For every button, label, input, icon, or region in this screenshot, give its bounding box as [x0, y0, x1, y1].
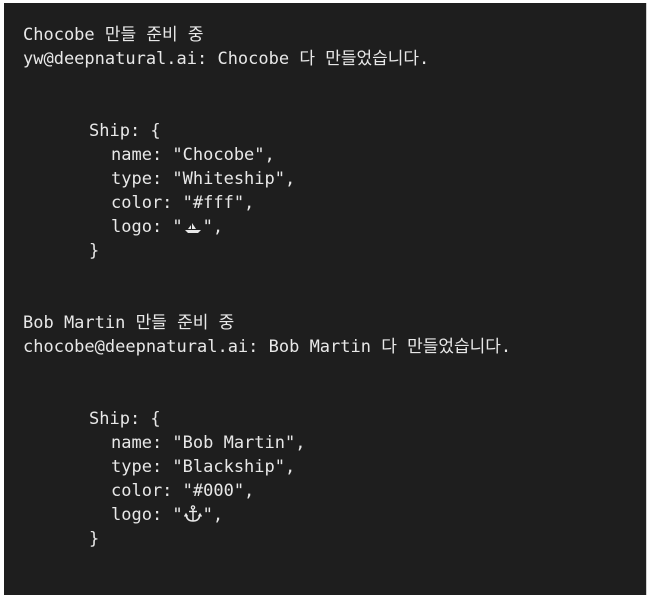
ship-color: color: "#fff", [111, 193, 255, 213]
logo-suffix: ", [202, 217, 224, 237]
ship-logo: logo: " ", [23, 503, 646, 527]
ship-name: name: "Chocobe", [111, 145, 275, 165]
ship-close-brace: } [89, 241, 100, 261]
ship-logo: logo: " ", [23, 215, 646, 239]
ship-name: name: "Bob Martin", [111, 433, 306, 453]
ship-color: color: "#000", [111, 481, 255, 501]
done-message: chocobe@deepnatural.ai: Bob Martin 다 만들었… [23, 337, 512, 357]
ship-type: type: "Blackship", [111, 457, 296, 477]
ship-open-brace: Ship: { [89, 121, 161, 141]
logo-prefix: logo: " [111, 217, 183, 237]
anchor-icon [183, 505, 203, 523]
ship-type: type: "Whiteship", [111, 169, 296, 189]
ship-icon [183, 217, 203, 235]
ship-open-brace: Ship: { [89, 409, 161, 429]
done-message: yw@deepnatural.ai: Chocobe 다 만들었습니다. [23, 49, 430, 69]
logo-prefix: logo: " [111, 505, 183, 525]
terminal-output: Chocobe 만들 준비 중 yw@deepnatural.ai: Choco… [4, 3, 647, 595]
ship-close-brace: } [89, 529, 100, 549]
logo-suffix: ", [202, 505, 224, 525]
prep-message: Chocobe 만들 준비 중 [23, 25, 204, 45]
prep-message: Bob Martin 만들 준비 중 [23, 313, 235, 333]
